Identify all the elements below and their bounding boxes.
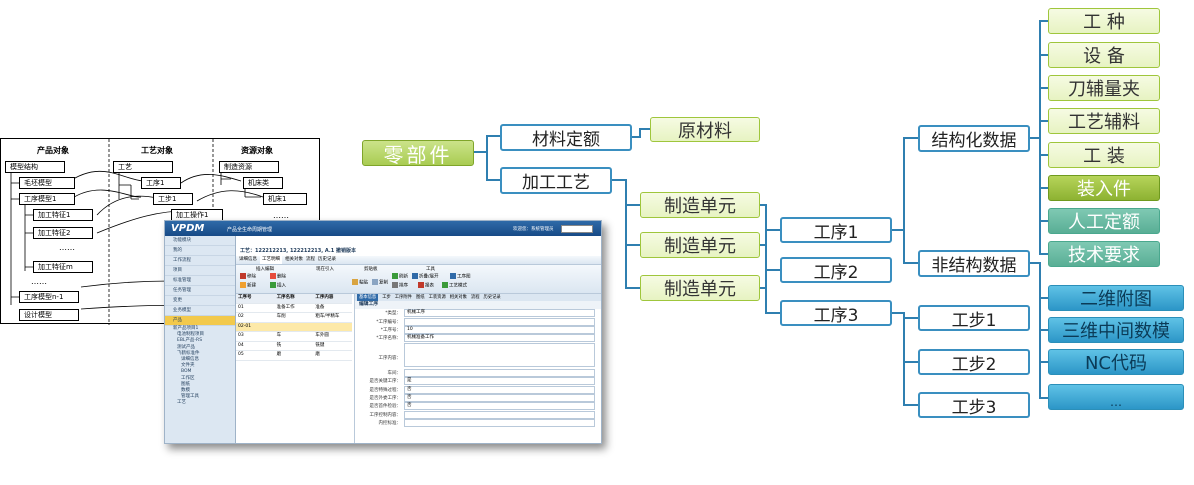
node-process-1: 工序1 <box>780 217 892 243</box>
node-manufacturing-unit-3: 制造单元 <box>640 275 760 301</box>
node-step-2: 工步2 <box>918 349 1030 375</box>
mindmap-root-part: 零部件 <box>362 140 474 167</box>
node-3d-model: 三维中间数模 <box>1048 317 1184 343</box>
node-installed-parts: 装入件 <box>1048 175 1160 201</box>
node-process-2: 工序2 <box>780 257 892 283</box>
node-tech-requirements: 技术要求 <box>1048 241 1160 267</box>
node-step-3: 工步3 <box>918 392 1030 418</box>
node-material-quota: 材料定额 <box>500 124 632 151</box>
node-nc-code: NC代码 <box>1048 349 1184 375</box>
node-more: … <box>1048 384 1184 410</box>
node-step-1: 工步1 <box>918 305 1030 331</box>
node-manufacturing-unit-2: 制造单元 <box>640 232 760 258</box>
node-raw-material: 原材料 <box>650 117 760 142</box>
node-unstructured-data: 非结构数据 <box>918 250 1030 277</box>
node-labor-quota: 人工定额 <box>1048 208 1160 234</box>
node-fixture: 工 装 <box>1048 142 1160 168</box>
node-process-3: 工序3 <box>780 300 892 326</box>
node-manufacturing-unit-1: 制造单元 <box>640 192 760 218</box>
node-process-materials: 工艺辅料 <box>1048 108 1160 134</box>
node-machining-process: 加工工艺 <box>500 167 612 194</box>
node-equipment: 设 备 <box>1048 42 1160 68</box>
node-job-type: 工 种 <box>1048 8 1160 34</box>
node-2d-drawing: 二维附图 <box>1048 285 1184 311</box>
node-tooling: 刀辅量夹 <box>1048 75 1160 101</box>
node-structured-data: 结构化数据 <box>918 125 1030 152</box>
